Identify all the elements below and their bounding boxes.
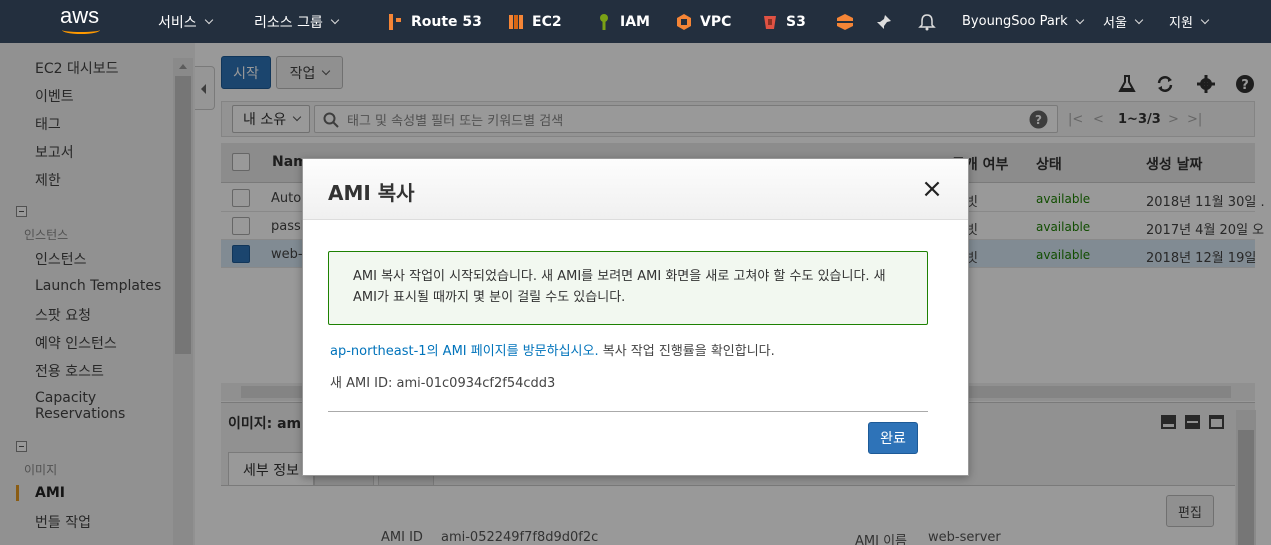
user-name: ByoungSoo Park [962, 14, 1068, 29]
new-ami-label: 새 AMI ID: [330, 376, 393, 391]
box-icon [837, 13, 853, 30]
done-button[interactable]: 완료 [868, 422, 918, 454]
new-ami-info: 새 AMI ID: ami-01c0934cf2f54cdd3 [330, 372, 555, 391]
shortcut-ec2[interactable]: EC2 [508, 0, 562, 43]
resource-groups-label: 리소스 그룹 [254, 14, 323, 31]
aws-logo-text: aws [60, 3, 100, 28]
new-ami-value: ami-01c0934cf2f54cdd3 [396, 376, 556, 391]
dialog-title: AMI 복사 [328, 181, 415, 205]
shortcut-vpc[interactable]: VPC [676, 0, 731, 43]
aws-smile-icon [62, 26, 100, 34]
pin-icon [877, 14, 891, 29]
iam-icon [600, 13, 608, 30]
dialog-header: AMI 복사 × [303, 159, 968, 220]
vpc-icon [677, 13, 691, 30]
resource-groups-menu[interactable]: 리소스 그룹 [254, 0, 340, 43]
shortcut-label: EC2 [532, 13, 562, 30]
support-menu[interactable]: 지원 [1169, 0, 1210, 43]
user-menu[interactable]: ByoungSoo Park [962, 0, 1084, 43]
chevron-down-icon [330, 15, 340, 24]
progress-info-suffix: 복사 작업 진행률을 확인합니다. [598, 344, 775, 359]
progress-info: ap-northeast-1의 AMI 페이지를 방문하십시오. 복사 작업 진… [330, 340, 775, 359]
s3-icon [764, 15, 776, 29]
route53-icon [389, 13, 401, 30]
ec2-icon [509, 14, 523, 29]
pin-button[interactable] [876, 0, 892, 43]
support-label: 지원 [1169, 16, 1193, 31]
chevron-down-icon [204, 15, 213, 24]
chevron-down-icon [1134, 15, 1144, 24]
bell-icon [918, 13, 936, 30]
ami-page-link[interactable]: ap-northeast-1의 AMI 페이지를 방문하십시오. [330, 344, 599, 359]
shortcut-label: IAM [620, 13, 650, 30]
dialog-divider [328, 411, 928, 412]
aws-logo[interactable]: aws [60, 3, 106, 36]
shortcut-s3[interactable]: S3 [762, 0, 806, 43]
chevron-down-icon [1075, 15, 1084, 24]
services-menu[interactable]: 서비스 [158, 0, 213, 43]
region-menu[interactable]: 서울 [1103, 0, 1144, 43]
chevron-down-icon [1200, 15, 1210, 24]
copy-ami-dialog: AMI 복사 × AMI 복사 작업이 시작되었습니다. 새 AMI를 보려면 … [302, 158, 969, 476]
shortcut-label: VPC [700, 13, 732, 30]
top-nav: aws 서비스 리소스 그룹 Route 53 EC2 IAM VPC S3 B… [0, 0, 1271, 43]
services-label: 서비스 [158, 14, 197, 31]
shortcut-label: Route 53 [411, 13, 482, 30]
notifications-button[interactable] [918, 0, 936, 43]
close-icon[interactable]: × [921, 176, 943, 202]
shortcut-iam[interactable]: IAM [596, 0, 650, 43]
success-alert: AMI 복사 작업이 시작되었습니다. 새 AMI를 보려면 AMI 화면을 새… [328, 251, 928, 325]
shortcut-label: S3 [786, 13, 806, 30]
shortcut-box[interactable] [836, 0, 854, 43]
region-name: 서울 [1103, 16, 1127, 31]
shortcut-route53[interactable]: Route 53 [387, 0, 482, 43]
alert-text: AMI 복사 작업이 시작되었습니다. 새 AMI를 보려면 AMI 화면을 새… [353, 269, 886, 305]
